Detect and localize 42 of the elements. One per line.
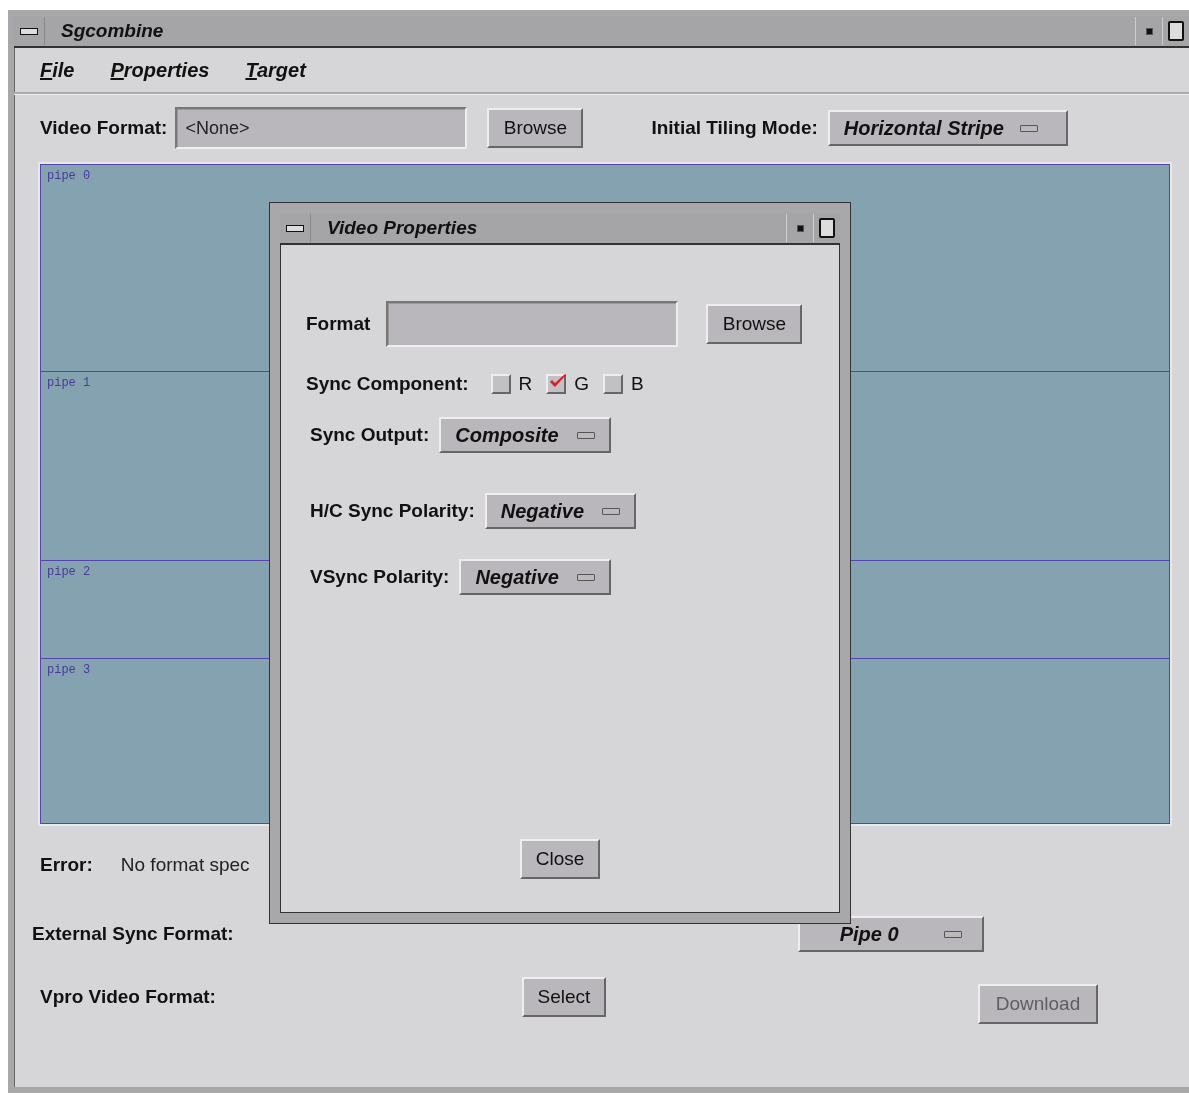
option-indicator-icon [602,507,621,515]
checkbox[interactable] [603,374,624,394]
checkbox[interactable] [546,374,567,394]
error-message: No format spec [120,854,250,876]
field-label: Sync Output: [310,424,430,446]
field-label: Format [306,313,371,335]
option-indicator-icon [1019,124,1038,132]
sync-source-dropdown[interactable]: Pipe 0 [797,916,984,952]
checkbox[interactable] [490,374,511,394]
checkbox-label: B [631,373,644,395]
option-dropdown[interactable]: Composite [439,417,611,453]
pipe-label: pipe 2 [47,565,91,580]
option-indicator-icon [943,930,962,938]
option-indicator-icon [576,573,595,581]
checkbox-label: R [518,373,533,395]
menu-item[interactable]: Target [245,58,306,82]
field-label: Sync Component: [306,373,469,395]
video-format-field[interactable]: <None> [175,107,468,149]
checkbox-label: G [574,373,590,395]
pipe-label: pipe 3 [47,662,91,677]
tiling-mode-dropdown[interactable]: Horizontal Stripe [827,110,1068,146]
field-label: Vpro Video Format: [40,986,216,1008]
pipe-label: pipe 0 [47,169,91,183]
error-label: Error: [40,854,93,876]
option-dropdown[interactable]: Negative [484,493,637,529]
option-indicator-icon [576,431,595,439]
close-button[interactable]: Close [520,839,600,879]
browse-button[interactable]: Browse [487,108,584,148]
pipe-label: pipe 1 [47,376,91,391]
browse-button[interactable]: Browse [706,304,803,344]
window-title: Sgcombine [61,20,164,42]
field-label: H/C Sync Polarity: [310,500,475,522]
option-dropdown[interactable]: Negative [459,559,611,595]
window-title: Video Properties [327,217,478,239]
field-label: External Sync Format: [32,923,234,945]
format-field[interactable] [386,301,679,347]
field-label: Initial Tiling Mode: [651,117,818,139]
select-button[interactable]: Select [521,977,606,1017]
field-label: VSync Polarity: [310,566,450,588]
field-label: Video Format: [40,117,168,139]
menu-item[interactable]: Properties [110,58,210,82]
menu-item[interactable]: File [40,58,75,82]
